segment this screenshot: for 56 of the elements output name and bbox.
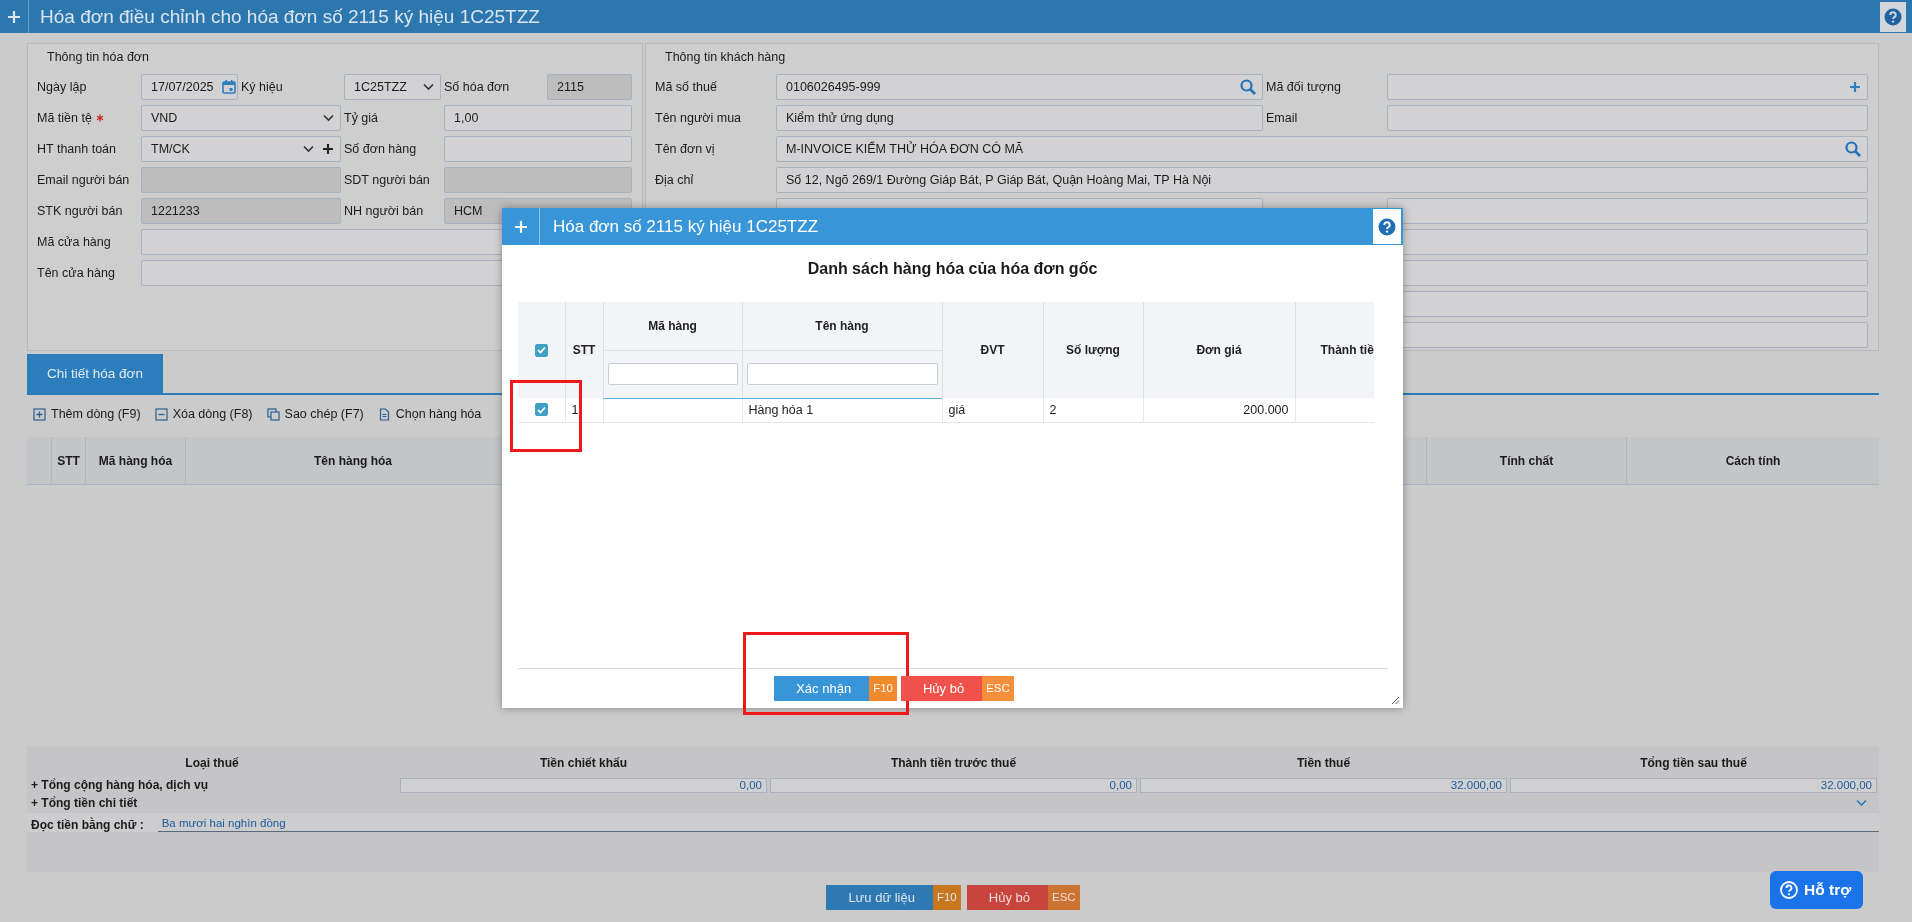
field-label: Đọc tiền bằng chữ :	[31, 817, 144, 832]
table-cell: 200.000	[1143, 398, 1295, 422]
field-label: Tỷ giá	[344, 111, 379, 125]
amount-field: 32.000,00	[1140, 778, 1507, 793]
column-header: STT	[51, 437, 85, 484]
amount-field: 0,00	[770, 778, 1137, 793]
column-header: Số lượng	[1043, 302, 1143, 398]
table-cell: Hàng hóa 1	[742, 398, 942, 422]
field-label: Mã số thuế	[655, 80, 717, 94]
field-label: Địa chỉ	[655, 173, 694, 187]
column-header: Đơn giá	[1143, 302, 1295, 398]
shortcut-badge: F10	[869, 676, 897, 701]
field-label: Tên người mua	[655, 111, 742, 125]
field-label: Số hóa đơn	[444, 80, 510, 94]
field-label: Mã đối tượng	[1266, 80, 1341, 94]
row-label: + Tổng cộng hàng hóa, dịch vụ	[30, 778, 209, 793]
field-label: Ngày lập	[37, 80, 87, 94]
column-header: Tiền thuế	[1295, 755, 1352, 772]
field-label: Ký hiệu	[241, 80, 283, 94]
dialog-heading: Danh sách hàng hóa của hóa đơn gốc	[806, 260, 1099, 278]
shortcut-badge: ESC	[982, 676, 1014, 701]
column-header: Tổng tiền sau thuế	[1639, 755, 1748, 772]
dialog-title: Hóa đơn số 2115 ký hiệu 1C25TZZ	[553, 216, 820, 237]
amount-in-words: Ba mươi hai nghìn đồng	[157, 817, 1879, 832]
column-header: Mã hàng hóa	[85, 437, 185, 484]
field-label: Tên cửa hàng	[37, 266, 115, 280]
column-header: ĐVT	[942, 302, 1043, 398]
shortcut-badge: ESC	[1047, 884, 1080, 910]
column-header: Thành tiề	[1295, 302, 1374, 398]
table-cell: 2	[1043, 398, 1143, 422]
field-label: Mã cửa hàng	[37, 235, 111, 249]
column-header: Tên hàng	[742, 302, 942, 350]
table-cell: giá	[942, 398, 1043, 422]
column-header: Thành tiền trước thuế	[889, 755, 1018, 772]
column-header: Mã hàng	[603, 302, 742, 350]
field-label: STK người bán	[37, 204, 123, 218]
field-label: NH người bán	[344, 204, 424, 218]
column-header: Loại thuế	[184, 755, 240, 772]
field-label: Email	[1266, 111, 1298, 125]
table-cell: 1	[565, 398, 603, 422]
column-header: Tính chất	[1426, 437, 1626, 484]
column-header: Cách tính	[1626, 437, 1879, 484]
amount-field: 32.000,00	[1510, 778, 1877, 793]
column-header: STT	[565, 302, 603, 398]
field-label: HT thanh toán	[37, 142, 116, 156]
amount-field: 0,00	[400, 778, 767, 793]
field-label: Tên đơn vị	[655, 142, 715, 156]
field-label: Số đơn hàng	[344, 142, 417, 156]
window-title: Hóa đơn điều chỉnh cho hóa đơn số 2115 ký hiệu 1C25TZZ	[40, 5, 541, 28]
shortcut-badge: F10	[932, 884, 961, 910]
section-title: Thông tin khách hàng	[665, 50, 787, 66]
field-label: SDT người bán	[344, 173, 430, 187]
field-label: Mã tiền tệ	[37, 111, 92, 125]
section-title: Thông tin hóa đơn	[47, 50, 151, 66]
field-label: Email người bán	[37, 173, 130, 187]
column-header: Tiền chiết khấu	[538, 755, 629, 772]
